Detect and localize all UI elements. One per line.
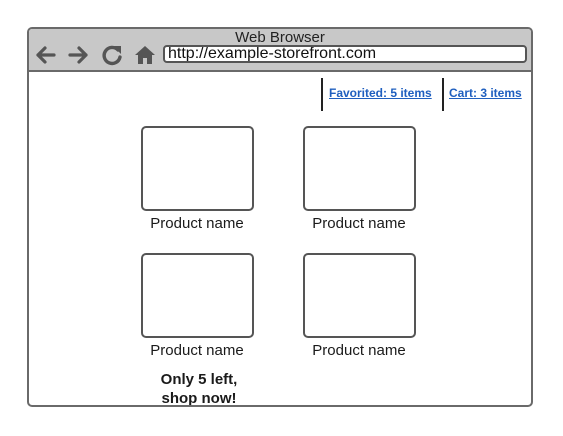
product-image[interactable] <box>141 126 254 211</box>
product-name[interactable]: Product name <box>292 342 426 359</box>
home-button[interactable] <box>133 43 157 67</box>
cart-link[interactable]: Cart: 3 items <box>449 86 522 100</box>
product-image[interactable] <box>303 253 416 338</box>
reload-icon <box>102 45 122 66</box>
favorited-link[interactable]: Favorited: 5 items <box>329 86 432 100</box>
back-button[interactable] <box>33 43 57 67</box>
reload-button[interactable] <box>100 43 124 67</box>
nav-separator <box>442 78 444 111</box>
forward-button[interactable] <box>67 43 91 67</box>
arrow-left-icon <box>36 46 56 64</box>
product-name[interactable]: Product name <box>130 215 264 232</box>
promo-line: shop now! <box>161 390 237 407</box>
product-image[interactable] <box>303 126 416 211</box>
product-name[interactable]: Product name <box>130 342 264 359</box>
product-image[interactable] <box>141 253 254 338</box>
address-bar[interactable]: http://example-storefront.com <box>163 45 527 63</box>
promo-line: Only 5 left, <box>160 371 238 388</box>
product-name[interactable]: Product name <box>292 215 426 232</box>
home-icon <box>135 46 155 64</box>
browser-toolbar: Web Browser http://example-storefront.co… <box>29 29 531 72</box>
stock-promo: Only 5 left, shop now! <box>144 370 254 407</box>
nav-separator <box>321 78 323 111</box>
browser-window: Web Browser http://example-storefront.co… <box>27 27 533 407</box>
arrow-right-icon <box>68 46 88 64</box>
